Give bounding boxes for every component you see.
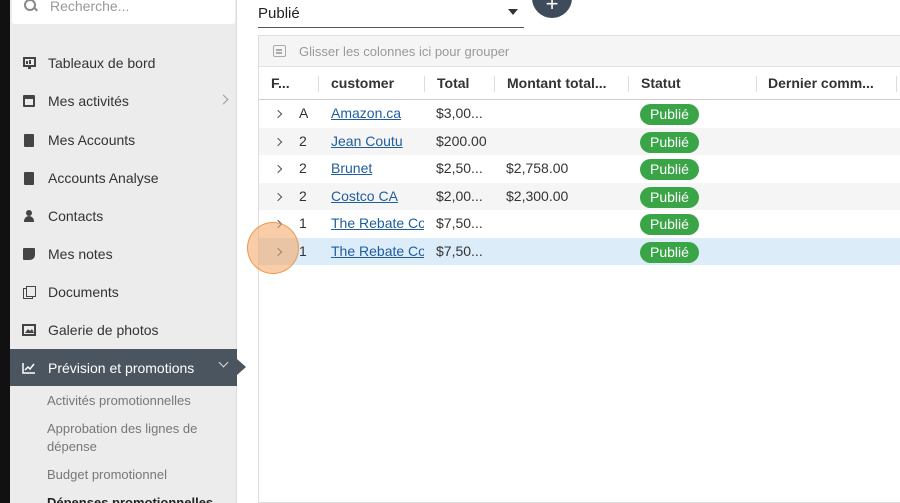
column-header-statut[interactable]: Statut	[629, 67, 755, 100]
table-row[interactable]: 2 Brunet $2,50... $2,758.00 Publié	[259, 155, 900, 183]
cell-f: 2	[299, 132, 307, 149]
expand-row-icon[interactable]	[273, 109, 283, 119]
sidebar-item-forecast-promotions[interactable]: Prévision et promotions	[10, 349, 246, 386]
sidebar-item-label: Mes notes	[48, 246, 113, 262]
chevron-down-icon	[218, 357, 229, 368]
group-panel-text: Glisser les colonnes ici pour grouper	[299, 43, 510, 59]
status-dropdown-value: Publié	[258, 5, 300, 22]
data-grid: Glisser les colonnes ici pour grouper F.…	[258, 35, 900, 503]
sidebar-item-notes[interactable]: Mes notes	[10, 236, 237, 272]
sidebar-item-label: Galerie de photos	[48, 322, 159, 338]
sidebar-item-label: Documents	[48, 284, 119, 300]
sidebar-item-contacts[interactable]: Contacts	[10, 198, 237, 234]
sidebar-item-label: Mes Accounts	[48, 132, 136, 148]
sidebar-item-documents[interactable]: Documents	[10, 274, 237, 310]
cell-f: 1	[299, 215, 307, 231]
column-separator[interactable]	[896, 76, 897, 92]
column-header-customer[interactable]: customer	[319, 67, 423, 100]
customer-link[interactable]: Jean Coutu	[331, 128, 423, 156]
sidebar-item-label: Mes activités	[48, 93, 129, 109]
dashboard-icon	[22, 56, 36, 70]
group-icon	[273, 45, 286, 57]
cell-total: $200.00	[436, 132, 487, 149]
documents-icon	[22, 285, 36, 299]
search-input[interactable]: Recherche...	[12, 0, 235, 24]
status-badge: Publié	[640, 214, 699, 235]
cell-montant-total: $2,300.00	[506, 187, 569, 204]
expand-row-icon[interactable]	[273, 164, 283, 174]
image-icon	[22, 323, 36, 337]
column-header-total[interactable]: Total	[425, 67, 495, 100]
cell-f: 1	[299, 242, 307, 259]
cell-f: A	[299, 105, 309, 121]
user-icon	[22, 209, 36, 223]
sidebar-item-label: Accounts Analyse	[48, 170, 159, 186]
building-icon	[22, 133, 36, 147]
group-panel[interactable]: Glisser les colonnes ici pour grouper	[259, 36, 900, 67]
calendar-icon	[22, 94, 36, 108]
table-row[interactable]: A Amazon.ca $3,00... Publié	[259, 100, 900, 128]
cell-montant-total: $2,758.00	[506, 160, 569, 176]
expand-row-icon[interactable]	[273, 219, 283, 229]
status-badge: Publié	[640, 159, 699, 180]
expand-row-icon[interactable]	[273, 192, 283, 201]
column-header-dernier-commentaire[interactable]: Dernier comm...	[756, 67, 876, 100]
sidebar-item-photo-gallery[interactable]: Galerie de photos	[10, 312, 237, 348]
sidebar-item-activities[interactable]: Mes activités	[10, 83, 237, 119]
window-edge	[0, 0, 10, 503]
note-icon	[22, 247, 36, 261]
sidebar-item-my-accounts[interactable]: Mes Accounts	[10, 122, 237, 158]
search-placeholder: Recherche...	[50, 0, 130, 14]
status-badge: Publié	[640, 131, 699, 153]
cell-total: $7,50...	[436, 242, 483, 259]
customer-link[interactable]: The Rebate Com	[331, 210, 424, 238]
sidebar-item-label: Prévision et promotions	[48, 359, 195, 376]
status-badge: Publié	[640, 241, 699, 263]
customer-link[interactable]: Amazon.ca	[331, 100, 423, 128]
column-header-f[interactable]: F...	[259, 67, 307, 100]
table-row[interactable]: 1 The Rebate Com $7,50... Publié	[259, 210, 900, 238]
subitem-promotional-activities[interactable]: Activités promotionnelles	[47, 392, 227, 410]
subitem-expense-line-approval[interactable]: Approbation des lignes de dépense	[47, 420, 227, 456]
status-dropdown[interactable]: Publié	[258, 0, 524, 28]
chart-line-icon	[22, 361, 36, 375]
cell-total: $7,50...	[436, 215, 483, 231]
sidebar-item-accounts-analysis[interactable]: Accounts Analyse	[10, 160, 237, 196]
subitem-promotional-expenses[interactable]: Dépenses promotionnelles	[47, 494, 227, 503]
cell-f: 2	[299, 187, 307, 204]
cell-total: $2,00...	[436, 187, 483, 204]
add-button[interactable]: +	[532, 0, 572, 18]
sidebar-item-label: Contacts	[48, 208, 104, 224]
table-row[interactable]: 2 Jean Coutu $200.00 Publié	[259, 127, 900, 156]
building-icon	[22, 171, 36, 185]
subitem-promotional-budget[interactable]: Budget promotionnel	[47, 466, 227, 484]
expand-row-icon[interactable]	[273, 247, 283, 256]
column-header-montant-total[interactable]: Montant total...	[495, 67, 627, 100]
expand-row-icon[interactable]	[273, 137, 283, 146]
cell-f: 2	[299, 160, 307, 176]
grid-header: F... customer Total Montant total... Sta…	[259, 67, 900, 100]
cell-total: $3,00...	[436, 105, 483, 121]
status-badge: Publié	[640, 186, 699, 208]
sidebar: Recherche... Tableaux de bord Mes activi…	[10, 0, 246, 503]
table-row-selected[interactable]: 1 The Rebate Com $7,50... Publié	[259, 237, 900, 266]
customer-link[interactable]: Brunet	[331, 155, 423, 183]
table-row[interactable]: 2 Costco CA $2,00... $2,300.00 Publié	[259, 182, 900, 211]
customer-link[interactable]: Costco CA	[331, 183, 423, 211]
search-icon	[24, 0, 38, 13]
chevron-right-icon	[218, 94, 229, 105]
cell-total: $2,50...	[436, 160, 483, 176]
sidebar-item-dashboards[interactable]: Tableaux de bord	[10, 45, 237, 81]
sidebar-item-label: Tableaux de bord	[48, 55, 156, 71]
status-badge: Publié	[640, 104, 699, 125]
caret-down-icon	[508, 9, 518, 15]
customer-link[interactable]: The Rebate Com	[331, 238, 424, 266]
